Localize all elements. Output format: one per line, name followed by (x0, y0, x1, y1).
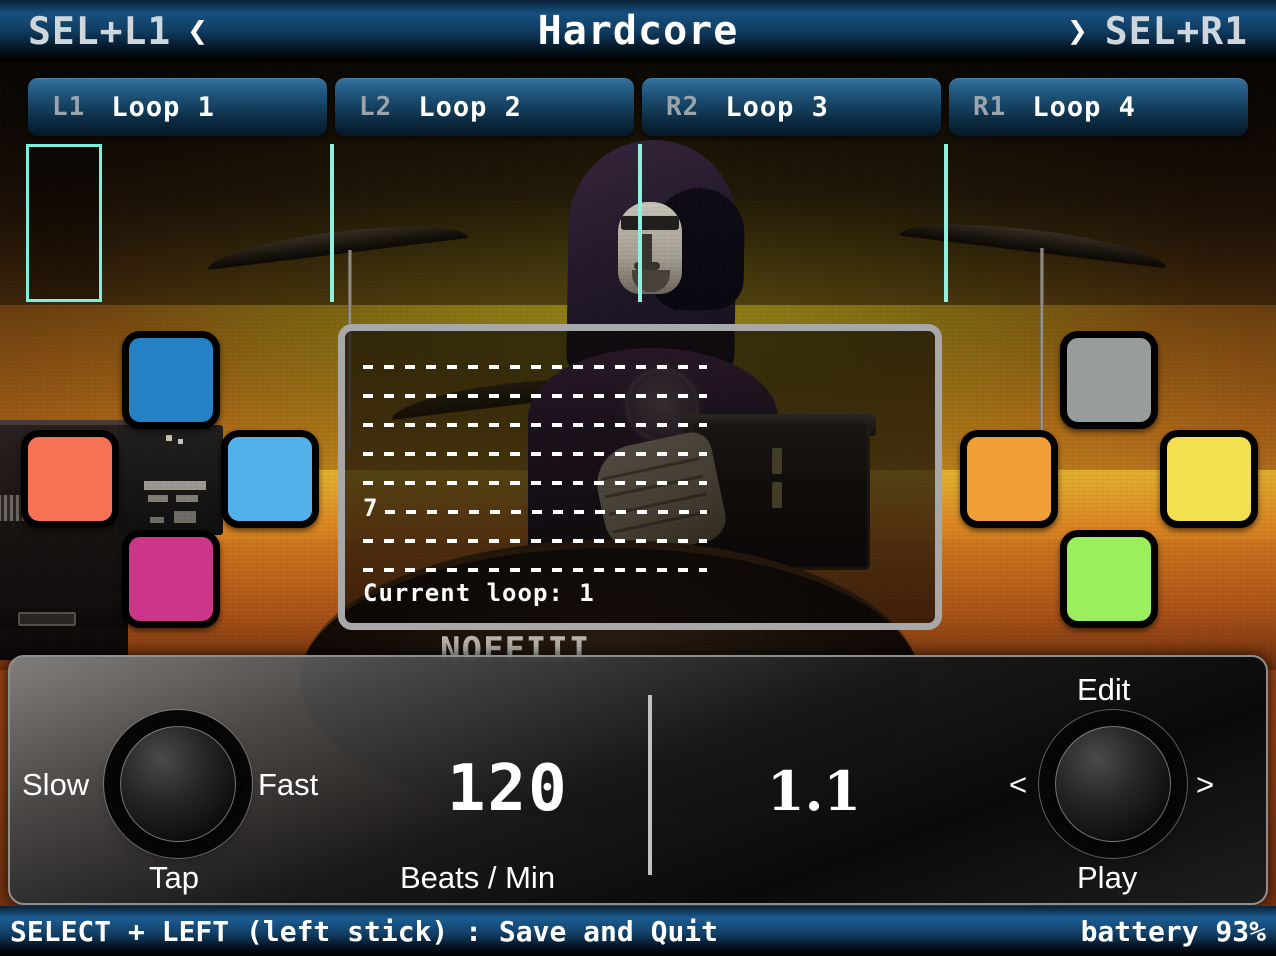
pad-green[interactable] (1060, 530, 1158, 628)
sequencer-row[interactable] (363, 527, 713, 556)
sequencer-row-track (363, 394, 707, 398)
bottom-control-panel: Slow Fast Tap 120 Beats / Min 1.1 Edit <… (8, 655, 1268, 905)
timeline-divider-3 (944, 144, 948, 302)
tempo-slow-label: Slow (22, 767, 90, 802)
bpm-unit-label: Beats / Min (400, 860, 556, 895)
current-loop-label: Current loop: 1 (363, 579, 595, 607)
next-kit-hint-label: SEL+R1 (1104, 9, 1248, 53)
pad-gray[interactable] (1060, 331, 1158, 429)
timeline-playhead-cursor[interactable] (26, 144, 102, 302)
sequencer-row-track (363, 481, 707, 485)
tempo-knob-face[interactable] (120, 726, 236, 842)
pad-orange[interactable] (960, 430, 1058, 528)
pad-magenta[interactable] (122, 530, 220, 628)
top-bar-right: ❯ SEL+R1 (946, 9, 1276, 53)
battery-status-label: battery 93% (1080, 914, 1266, 948)
tab-loop-1-key: L1 (52, 92, 86, 122)
tab-loop-3-key: R2 (666, 92, 700, 122)
pad-lightblue[interactable] (221, 430, 319, 528)
status-bar: SELECT + LEFT (left stick) : Save and Qu… (0, 906, 1276, 956)
sequencer-row[interactable] (363, 440, 713, 469)
nav-prev-arrow-icon[interactable]: < (1009, 767, 1027, 803)
top-bar: SEL+L1 ❮ Hardcore ❯ SEL+R1 (0, 0, 1276, 62)
top-bar-left: SEL+L1 ❮ (0, 9, 330, 53)
center-display-panel: 7 Current loop: 1 Others 3516 (338, 324, 942, 630)
tempo-tap-label: Tap (149, 860, 199, 895)
sequencer-row-track (363, 452, 707, 456)
control-panel-divider (648, 695, 652, 875)
sequencer-row-track (363, 539, 707, 543)
tab-loop-1[interactable]: L1 Loop 1 (28, 78, 327, 136)
tempo-knob[interactable] (114, 720, 242, 848)
sequencer-row[interactable] (363, 469, 713, 498)
pad-blue[interactable] (122, 331, 220, 429)
app-root: NOFFIII SEL+L1 ❮ Hardcore ❯ SEL+R1 L1 Lo… (0, 0, 1276, 956)
sequencer-row-label: 7 (363, 494, 379, 522)
sequencer-row-track (363, 365, 707, 369)
tab-loop-4[interactable]: R1 Loop 4 (949, 78, 1248, 136)
sequencer-row-track (363, 568, 707, 572)
loop-tab-bar: L1 Loop 1 L2 Loop 2 R2 Loop 3 R1 Loop 4 (0, 78, 1276, 136)
tempo-fast-label: Fast (258, 767, 319, 802)
timeline-divider-1 (330, 144, 334, 302)
nav-next-arrow-icon[interactable]: > (1196, 767, 1214, 803)
position-value: 1.1 (767, 759, 861, 823)
prev-kit-hint-label: SEL+L1 (28, 9, 172, 53)
tab-loop-2-key: L2 (359, 92, 393, 122)
next-kit-arrow-icon[interactable]: ❯ (1067, 11, 1088, 51)
bpm-value: 120 (447, 752, 569, 826)
sequencer-row[interactable] (363, 382, 713, 411)
top-bar-center: Hardcore (330, 8, 946, 54)
tab-loop-2[interactable]: L2 Loop 2 (335, 78, 634, 136)
sequencer-row-track (385, 510, 707, 514)
tab-loop-3-label: Loop 3 (725, 91, 829, 123)
timeline-divider-2 (638, 144, 642, 302)
timeline-strip[interactable] (0, 144, 1276, 302)
tab-loop-1-label: Loop 1 (111, 91, 215, 123)
pad-salmon[interactable] (21, 430, 119, 528)
tab-loop-2-label: Loop 2 (418, 91, 522, 123)
nav-knob[interactable] (1049, 720, 1177, 848)
pad-yellow[interactable] (1160, 430, 1258, 528)
tab-loop-4-label: Loop 4 (1032, 91, 1136, 123)
nav-play-label: Play (1077, 860, 1138, 895)
sequencer-row-selected[interactable]: 7 (363, 494, 713, 527)
sequencer-row[interactable] (363, 353, 713, 382)
sequencer-row-track (363, 423, 707, 427)
prev-kit-arrow-icon[interactable]: ❮ (187, 11, 208, 51)
sequencer-row[interactable] (363, 411, 713, 440)
status-hint-label: SELECT + LEFT (left stick) : Save and Qu… (10, 914, 719, 948)
page-title: Hardcore (537, 8, 739, 54)
tab-loop-4-key: R1 (973, 92, 1007, 122)
tab-loop-3[interactable]: R2 Loop 3 (642, 78, 941, 136)
nav-knob-face[interactable] (1055, 726, 1171, 842)
nav-edit-label: Edit (1077, 672, 1131, 707)
sequencer-grid[interactable]: 7 (363, 353, 713, 585)
